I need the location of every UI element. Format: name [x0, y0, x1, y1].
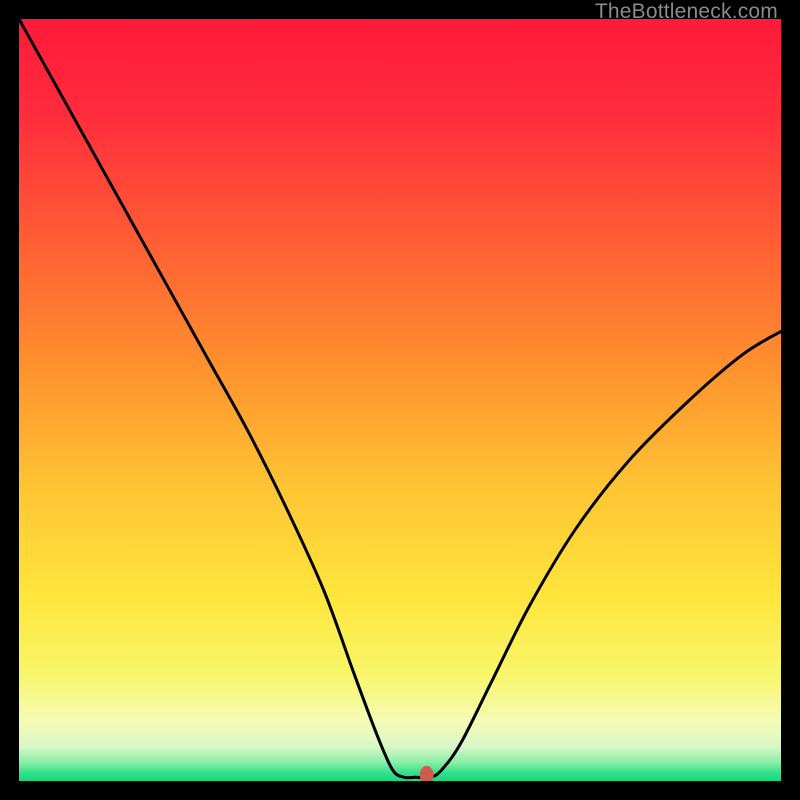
chart-frame [19, 19, 781, 781]
gradient-background [19, 19, 781, 781]
chart-svg [19, 19, 781, 781]
watermark-text: TheBottleneck.com [595, 0, 778, 24]
